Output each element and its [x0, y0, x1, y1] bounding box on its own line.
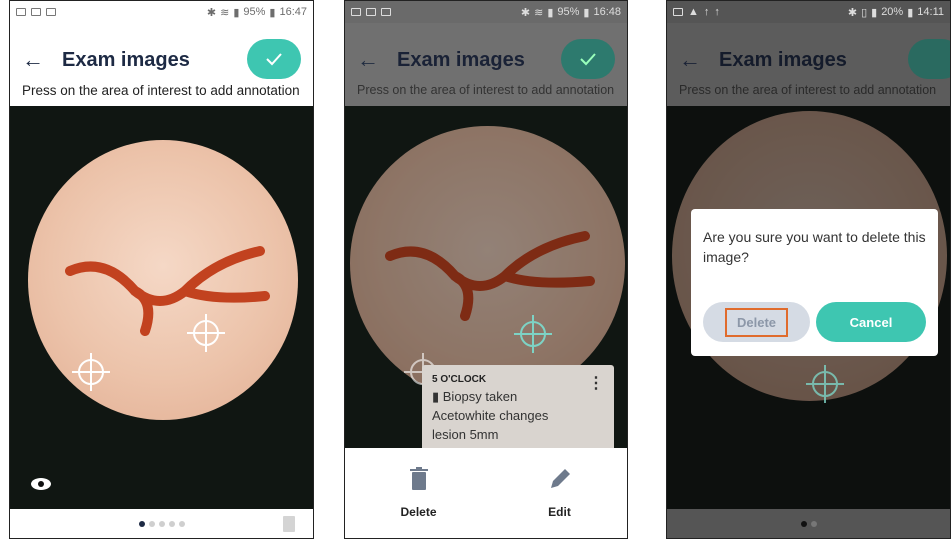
clock: 16:48: [593, 6, 621, 18]
edit-action[interactable]: Edit: [548, 467, 572, 519]
dialog-buttons: Delete Cancel: [703, 302, 926, 342]
upload-icon: ↑: [714, 6, 720, 18]
phone-screen-1: ✱ ≋ ▮ 95% ▮ 16:47 ← Exam images Press on…: [9, 0, 314, 539]
confirm-button[interactable]: [908, 39, 950, 79]
status-system: ✱ ▯ ▮ 20% ▮ 14:11: [848, 6, 944, 19]
pager-dot[interactable]: [800, 520, 807, 527]
wifi-icon: ≋: [220, 6, 230, 19]
battery-icon: ▮: [269, 6, 276, 19]
gallery-icon: [673, 8, 683, 16]
more-options-icon[interactable]: ⋮: [588, 373, 604, 393]
check-icon: [580, 53, 596, 66]
image-icon: [46, 8, 56, 16]
trash-icon[interactable]: [283, 516, 295, 532]
app-bar: ← Exam images: [10, 37, 313, 83]
status-notifications: ▲ ↑ ↑: [673, 6, 720, 18]
pager-dot[interactable]: [810, 520, 817, 527]
delete-confirm-dialog: Are you sure you want to delete this ima…: [691, 209, 938, 356]
confirm-button[interactable]: [561, 39, 615, 79]
lesion-shape: [385, 231, 595, 321]
clock: 16:47: [279, 6, 307, 18]
wifi-icon: ≋: [534, 6, 544, 19]
app-bar: ← Exam images: [667, 37, 950, 83]
instruction-text: Press on the area of interest to add ann…: [22, 83, 300, 98]
page-title: Exam images: [719, 48, 847, 71]
lesion-shape: [65, 246, 270, 336]
dialog-delete-button[interactable]: Delete: [703, 302, 810, 342]
back-arrow-icon[interactable]: ←: [679, 47, 707, 73]
key-icon: [31, 8, 41, 16]
back-arrow-icon[interactable]: ←: [357, 47, 385, 73]
dialog-message: Are you sure you want to delete this ima…: [703, 229, 926, 265]
status-notifications: [16, 8, 56, 16]
status-bar: ✱ ≋ ▮ 95% ▮ 16:48: [345, 1, 627, 23]
annotation-marker[interactable]: [72, 353, 110, 391]
bluetooth-icon: ✱: [206, 6, 217, 19]
annotation-position: 5 O'CLOCK: [432, 374, 487, 385]
pager-dot[interactable]: [168, 520, 175, 527]
signal-icon: ▮: [547, 6, 554, 19]
page-title: Exam images: [62, 48, 190, 71]
vibrate-icon: ▯: [861, 6, 868, 19]
upload-icon: ↑: [703, 6, 710, 18]
image-pager[interactable]: [667, 509, 950, 538]
battery-icon: ▮: [583, 6, 590, 19]
instruction-text: Press on the area of interest to add ann…: [357, 83, 615, 97]
annotation-line-2: Acetowhite changes: [432, 408, 549, 423]
annotation-line-3: lesion 5mm: [432, 427, 499, 442]
phone-screen-3: ▲ ↑ ↑ ✱ ▯ ▮ 20% ▮ 14:11 ← Exam images Pr…: [666, 0, 951, 539]
phone-screen-2: ✱ ≋ ▮ 95% ▮ 16:48 ← Exam images Press on…: [344, 0, 628, 539]
annotation-marker[interactable]: [806, 365, 844, 403]
image-icon: [381, 8, 391, 16]
status-notifications: [351, 8, 391, 16]
page-title: Exam images: [397, 48, 525, 71]
annotation-line-1: ▮ Biopsy taken: [432, 389, 518, 404]
battery-level: 95%: [243, 6, 266, 18]
trash-icon: [409, 467, 428, 490]
image-pager[interactable]: [10, 509, 313, 538]
back-arrow-icon[interactable]: ←: [22, 47, 50, 73]
pin-icon: ▮: [432, 389, 443, 404]
pager-dot[interactable]: [138, 520, 145, 527]
bluetooth-icon: ✱: [847, 6, 858, 19]
delete-action[interactable]: Delete: [400, 467, 437, 519]
confirm-button[interactable]: [247, 39, 301, 79]
pencil-icon: [550, 469, 570, 488]
status-system: ✱ ≋ ▮ 95% ▮ 16:47: [207, 6, 307, 19]
annotation-marker[interactable]: [187, 314, 225, 352]
delete-action-label: Delete: [400, 505, 437, 519]
battery-level: 95%: [557, 6, 580, 18]
instruction-text: Press on the area of interest to add ann…: [679, 83, 937, 97]
dialog-cancel-button[interactable]: Cancel: [816, 302, 926, 342]
app-bar: ← Exam images: [345, 37, 627, 83]
screenshot-stage: ✱ ≋ ▮ 95% ▮ 16:47 ← Exam images Press on…: [0, 0, 951, 539]
exam-image[interactable]: [10, 106, 313, 511]
pager-dot[interactable]: [178, 520, 185, 527]
gallery-icon: [16, 8, 26, 16]
warning-icon: ▲: [688, 6, 699, 18]
check-icon: [266, 53, 282, 66]
annotation-marker[interactable]: [514, 315, 552, 353]
battery-level: 20%: [881, 6, 904, 18]
signal-icon: ▮: [871, 6, 878, 19]
key-icon: [366, 8, 376, 16]
action-sheet: Delete Edit: [345, 448, 627, 538]
eye-icon[interactable]: [30, 477, 52, 491]
signal-icon: ▮: [233, 6, 240, 19]
status-bar: ▲ ↑ ↑ ✱ ▯ ▮ 20% ▮ 14:11: [667, 1, 950, 23]
pager-dot[interactable]: [158, 520, 165, 527]
pager-dot[interactable]: [148, 520, 155, 527]
gallery-icon: [351, 8, 361, 16]
status-system: ✱ ≋ ▮ 95% ▮ 16:48: [521, 6, 621, 19]
battery-icon: ▮: [907, 6, 914, 19]
bluetooth-icon: ✱: [520, 6, 531, 19]
status-bar: ✱ ≋ ▮ 95% ▮ 16:47: [10, 1, 313, 23]
dialog-delete-label: Delete: [724, 307, 789, 337]
edit-action-label: Edit: [548, 505, 571, 519]
clock: 14:11: [917, 6, 944, 18]
